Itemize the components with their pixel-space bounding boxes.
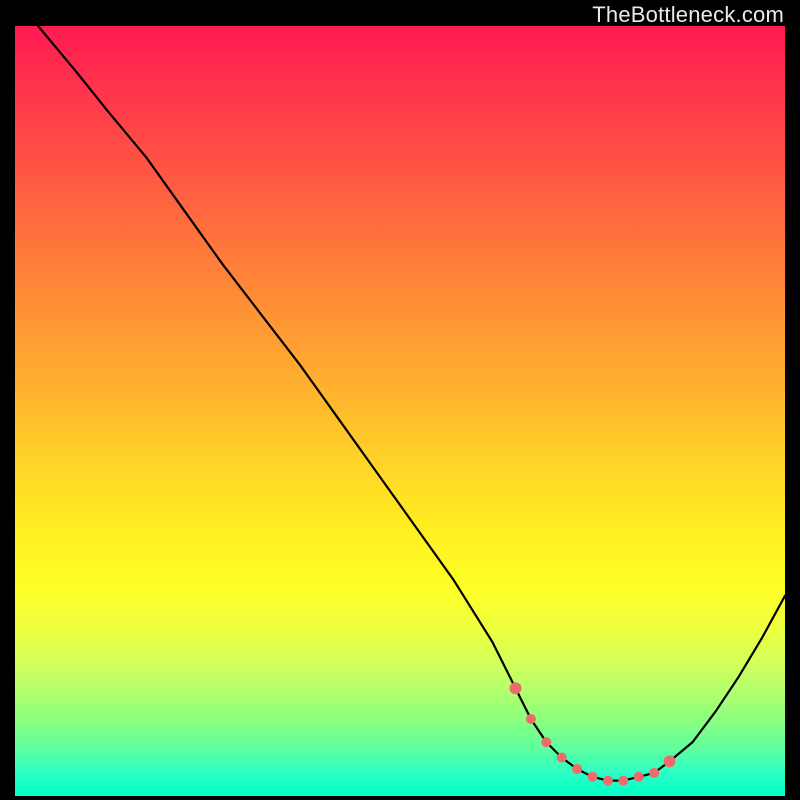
marker-dot [588, 772, 598, 782]
site-credit: TheBottleneck.com [592, 2, 784, 28]
marker-dot [649, 768, 659, 778]
marker-group [510, 682, 676, 785]
left-border [0, 0, 15, 800]
marker-dot [541, 737, 551, 747]
marker-dot [603, 776, 613, 786]
marker-dot [618, 776, 628, 786]
marker-dot [510, 682, 522, 694]
bottleneck-curve [38, 26, 785, 781]
marker-dot [526, 714, 536, 724]
marker-dot [664, 755, 676, 767]
right-border [785, 0, 800, 800]
marker-dot [634, 772, 644, 782]
marker-dot [557, 753, 567, 763]
bottom-border [0, 796, 800, 800]
marker-dot [572, 764, 582, 774]
chart-svg [15, 26, 785, 796]
